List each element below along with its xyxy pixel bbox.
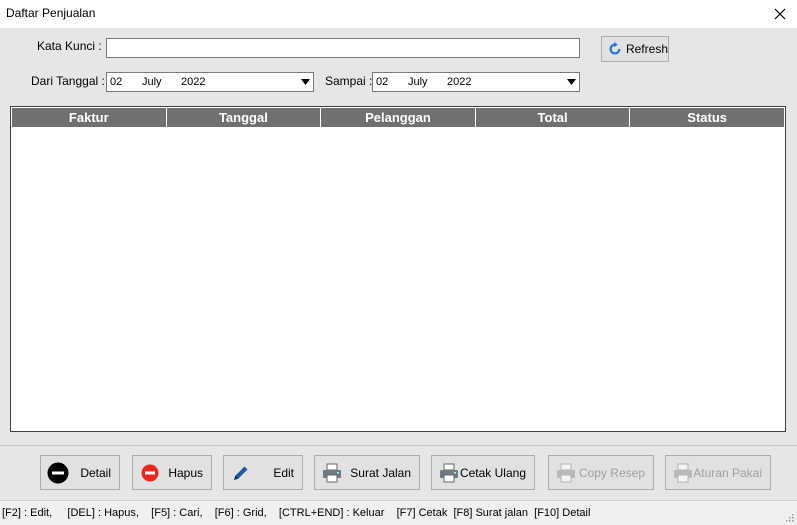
edit-button[interactable]: Edit — [223, 455, 303, 490]
refresh-button[interactable]: Refresh — [601, 36, 669, 62]
aturan-pakai-label: Aturan Pakai — [693, 466, 762, 480]
to-date-picker[interactable]: 02 July 2022 — [372, 72, 580, 92]
pencil-icon — [234, 466, 248, 480]
printer-icon — [557, 463, 575, 483]
column-header-total[interactable]: Total — [476, 108, 631, 127]
from-date-year: 2022 — [181, 76, 206, 88]
hapus-label: Hapus — [168, 466, 203, 480]
refresh-icon — [609, 42, 621, 55]
title-bar: Daftar Penjualan — [0, 0, 797, 28]
printer-icon — [674, 463, 692, 483]
from-date-label: Dari Tanggal : — [31, 74, 105, 88]
hapus-button[interactable]: Hapus — [132, 455, 212, 490]
from-date-picker[interactable]: 02 July 2022 — [106, 72, 314, 92]
column-header-status[interactable]: Status — [630, 108, 784, 127]
to-date-year: 2022 — [447, 76, 472, 88]
delete-icon — [141, 464, 159, 482]
close-button[interactable] — [763, 0, 797, 28]
aturan-pakai-button[interactable]: Aturan Pakai — [665, 455, 771, 490]
to-date-day: 02 — [376, 76, 389, 88]
copy-resep-button[interactable]: Copy Resep — [548, 455, 654, 490]
chevron-down-icon — [300, 79, 310, 85]
window-title: Daftar Penjualan — [6, 6, 96, 20]
surat-jalan-button[interactable]: Surat Jalan — [314, 455, 420, 490]
from-date-day: 02 — [110, 76, 123, 88]
toolbar-divider — [0, 445, 797, 446]
close-icon — [774, 8, 786, 20]
copy-resep-label: Copy Resep — [578, 466, 645, 480]
surat-jalan-label: Surat Jalan — [350, 466, 411, 480]
column-header-pelanggan[interactable]: Pelanggan — [321, 108, 476, 127]
printer-icon — [440, 463, 458, 483]
to-date-month: July — [408, 76, 428, 88]
status-bar: [F2] : Edit, [DEL] : Hapus, [F5] : Cari,… — [0, 500, 797, 525]
resize-grip-icon[interactable] — [784, 512, 794, 522]
chevron-down-icon — [566, 79, 576, 85]
keyword-input[interactable] — [106, 38, 580, 58]
detail-icon — [47, 462, 69, 484]
from-date-dropdown[interactable] — [298, 74, 312, 90]
refresh-label: Refresh — [625, 42, 668, 56]
cetak-ulang-button[interactable]: Cetak Ulang — [431, 455, 535, 490]
detail-button[interactable]: Detail — [40, 455, 120, 490]
to-date-dropdown[interactable] — [564, 74, 578, 90]
printer-icon — [323, 463, 341, 483]
column-header-faktur[interactable]: Faktur — [12, 108, 167, 127]
from-date-month: July — [142, 76, 162, 88]
keyword-label: Kata Kunci : — [37, 39, 102, 53]
column-header-tanggal[interactable]: Tanggal — [167, 108, 322, 127]
to-date-label: Sampai : — [325, 74, 373, 88]
shortcut-hints: [F2] : Edit, [DEL] : Hapus, [F5] : Cari,… — [2, 507, 591, 519]
edit-label: Edit — [273, 466, 294, 480]
detail-label: Detail — [80, 466, 111, 480]
grid-header: Faktur Tanggal Pelanggan Total Status — [12, 108, 784, 127]
cetak-ulang-label: Cetak Ulang — [459, 466, 526, 480]
sales-grid[interactable]: Faktur Tanggal Pelanggan Total Status — [10, 106, 786, 432]
